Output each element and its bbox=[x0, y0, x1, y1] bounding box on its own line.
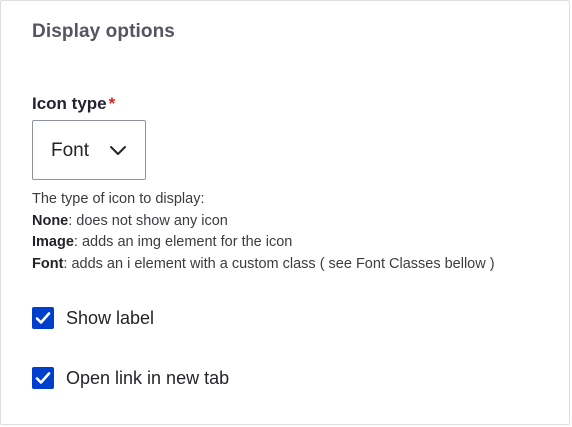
required-marker: * bbox=[108, 94, 116, 113]
section-title: Display options bbox=[32, 21, 175, 42]
help-desc: : adds an img element for the icon bbox=[73, 234, 293, 250]
icon-type-label: Icon type * bbox=[32, 94, 115, 114]
help-option-font: Font: adds an i element with a custom cl… bbox=[32, 254, 495, 276]
help-option-none: None: does not show any icon bbox=[32, 211, 495, 233]
show-label-text: Show label bbox=[66, 307, 155, 328]
help-option-image: Image: adds an img element for the icon bbox=[32, 232, 495, 254]
icon-type-select[interactable]: Font bbox=[32, 120, 146, 180]
help-term: None bbox=[32, 212, 69, 229]
icon-type-description: The type of icon to display: None: does … bbox=[32, 189, 495, 275]
icon-type-selected-value: Font bbox=[51, 140, 90, 161]
chevron-down-icon bbox=[110, 146, 126, 155]
help-intro: The type of icon to display: bbox=[32, 191, 205, 207]
open-new-tab-option[interactable]: Open link in new tab bbox=[32, 367, 229, 389]
checkmark-icon bbox=[35, 372, 51, 384]
show-label-checkbox[interactable] bbox=[32, 307, 54, 329]
help-desc: : adds an i element with a custom class … bbox=[63, 255, 495, 272]
show-label-option[interactable]: Show label bbox=[32, 307, 154, 329]
icon-type-label-text: Icon type bbox=[32, 94, 107, 113]
help-desc: : does not show any icon bbox=[68, 212, 228, 229]
checkmark-icon bbox=[35, 312, 51, 324]
open-new-tab-checkbox[interactable] bbox=[32, 367, 54, 389]
display-options-panel: Display options Icon type * Font The type… bbox=[0, 0, 570, 425]
help-term: Font bbox=[32, 255, 64, 272]
open-new-tab-text: Open link in new tab bbox=[66, 367, 230, 388]
help-term: Image bbox=[32, 234, 74, 250]
